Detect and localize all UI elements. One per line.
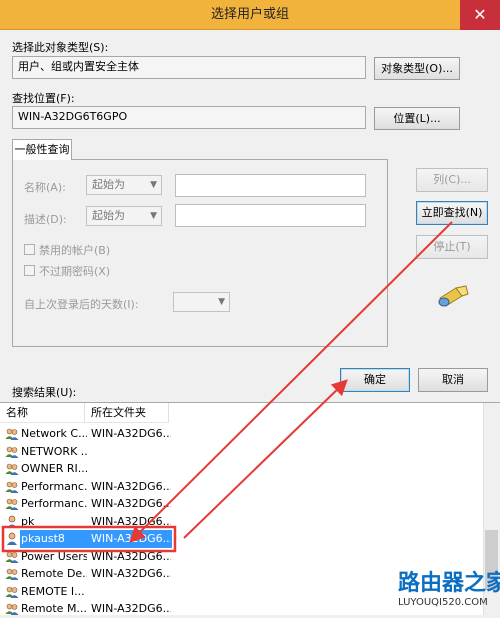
search-results-label: 搜索结果(U): <box>12 386 77 399</box>
row-name: Power Users <box>21 549 87 563</box>
ok-button[interactable]: 确定 <box>340 368 410 392</box>
columns-button[interactable]: 列(C)... <box>416 168 488 192</box>
name-input[interactable] <box>175 174 366 197</box>
row-name: REMOTE I... <box>21 584 85 598</box>
description-mode-value: 起始为 <box>92 209 125 222</box>
close-icon: ✕ <box>473 5 487 24</box>
row-folder: WIN-A32DG6... <box>91 514 171 528</box>
description-input[interactable] <box>175 204 366 227</box>
stop-button[interactable]: 停止(T) <box>416 235 488 259</box>
row-folder: WIN-A32DG6... <box>91 532 171 545</box>
watermark-logo: 路由器之家 <box>398 571 500 596</box>
non-expiring-password-label: 不过期密码(X) <box>39 265 111 278</box>
column-header-folder[interactable]: 所在文件夹 <box>85 403 169 423</box>
days-since-login-select[interactable]: ▼ <box>173 292 230 312</box>
row-name: Remote M... <box>21 602 87 615</box>
group-icon <box>5 481 19 493</box>
row-folder: WIN-A32DG6... <box>91 602 171 615</box>
row-folder: WIN-A32DG6... <box>91 497 171 510</box>
table-row[interactable]: Power Users WIN-A32DG6... <box>0 548 500 566</box>
row-name: Performanc... <box>21 479 87 493</box>
row-folder: WIN-A32DG6... <box>91 549 171 563</box>
location-field: WIN-A32DG6T6GPO <box>12 106 366 129</box>
group-icon <box>5 428 19 440</box>
non-expiring-password-checkbox[interactable] <box>24 265 35 276</box>
search-flashlight-icon <box>438 285 469 307</box>
row-name: pkaust8 <box>21 532 65 545</box>
table-row[interactable]: Network C... WIN-A32DG6... <box>0 425 500 443</box>
cancel-button[interactable]: 取消 <box>418 368 488 392</box>
table-row-selected[interactable]: pkaust8 WIN-A32DG6... <box>0 530 500 548</box>
group-icon <box>5 463 19 475</box>
row-name: Remote De... <box>21 567 87 580</box>
description-label: 描述(D): <box>24 213 67 226</box>
chevron-down-icon: ▼ <box>150 211 157 221</box>
group-icon <box>5 586 19 598</box>
close-button[interactable]: ✕ <box>460 0 500 30</box>
table-row[interactable]: Performanc... WIN-A32DG6... <box>0 478 500 496</box>
user-icon <box>7 515 17 528</box>
name-mode-select[interactable]: 起始为 ▼ <box>86 175 162 195</box>
column-header-name[interactable]: 名称 <box>0 403 85 423</box>
object-types-button[interactable]: 对象类型(O)... <box>374 57 460 80</box>
row-name: OWNER RI... <box>21 462 87 475</box>
table-row[interactable]: pk WIN-A32DG6... <box>0 513 500 531</box>
object-type-label: 选择此对象类型(S): <box>12 41 109 54</box>
group-icon <box>5 551 19 563</box>
group-icon <box>5 603 19 615</box>
row-name: pk <box>21 514 35 528</box>
group-icon <box>5 498 19 510</box>
disabled-accounts-checkbox[interactable] <box>24 244 35 255</box>
location-label: 查找位置(F): <box>12 92 75 105</box>
row-folder: WIN-A32DG6... <box>91 427 171 440</box>
table-row[interactable]: OWNER RI... <box>0 460 500 478</box>
row-folder: WIN-A32DG6... <box>91 479 171 493</box>
group-icon <box>5 568 19 580</box>
name-mode-value: 起始为 <box>92 178 125 191</box>
description-mode-select[interactable]: 起始为 ▼ <box>86 206 162 226</box>
object-type-field: 用户、组或内置安全主体 <box>12 56 366 79</box>
chevron-down-icon: ▼ <box>150 180 157 190</box>
table-row[interactable]: Performanc... WIN-A32DG6... <box>0 495 500 513</box>
watermark-url: LUYOUQI520.COM <box>398 597 488 608</box>
user-icon <box>7 532 17 545</box>
row-name: NETWORK ... <box>21 444 87 458</box>
name-label: 名称(A): <box>24 181 66 194</box>
row-folder: WIN-A32DG6... <box>91 567 171 580</box>
group-icon <box>5 446 19 458</box>
locations-button[interactable]: 位置(L)... <box>374 107 460 130</box>
days-since-login-label: 自上次登录后的天数(I): <box>24 298 139 311</box>
row-name: Performanc... <box>21 497 87 510</box>
disabled-accounts-label: 禁用的帐户(B) <box>39 244 111 257</box>
tab-general-query[interactable]: 一般性查询 <box>12 139 72 160</box>
row-name: Network C... <box>21 427 87 440</box>
chevron-down-icon: ▼ <box>218 297 225 307</box>
find-now-button[interactable]: 立即查找(N) <box>416 201 488 225</box>
table-row[interactable]: NETWORK ... <box>0 443 500 461</box>
window-title: 选择用户或组 <box>210 7 289 22</box>
